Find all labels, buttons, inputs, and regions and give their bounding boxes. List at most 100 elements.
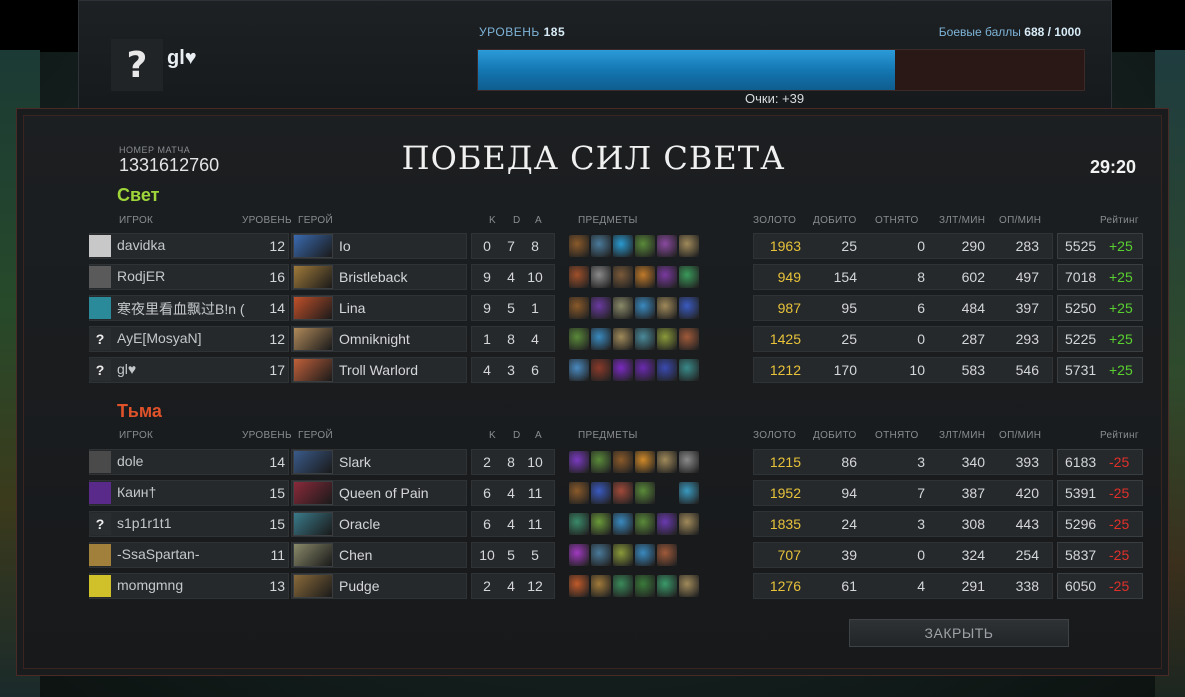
item-icon[interactable]	[679, 451, 699, 473]
item-icon[interactable]	[569, 513, 589, 535]
item-icon[interactable]	[613, 544, 633, 566]
item-icon[interactable]	[635, 544, 655, 566]
player-row[interactable]: momgmng 13 Pudge 2 4 12 1276 61 4 291 338 6050 -25	[89, 573, 1143, 599]
col-a: A	[535, 430, 542, 441]
item-icon[interactable]	[679, 297, 699, 319]
item-icon[interactable]	[657, 297, 677, 319]
player-row[interactable]: RodjER 16 Bristleback 9 4 10 949 154 8 602 497 7018…	[89, 264, 1143, 290]
item-icon[interactable]	[635, 235, 655, 257]
item-icon[interactable]	[613, 451, 633, 473]
item-icon[interactable]	[679, 513, 699, 535]
item-icon[interactable]	[613, 359, 633, 381]
item-icon[interactable]	[613, 482, 633, 504]
hero-portrait[interactable]	[293, 265, 333, 289]
item-icon[interactable]	[613, 513, 633, 535]
item-icon[interactable]	[657, 544, 677, 566]
hero-portrait[interactable]	[293, 234, 333, 258]
item-icon[interactable]	[657, 359, 677, 381]
item-icon[interactable]	[635, 575, 655, 597]
item-icon[interactable]	[613, 575, 633, 597]
player-name[interactable]: RodjER	[117, 268, 267, 284]
item-slots	[569, 451, 729, 473]
player-row[interactable]: davidka 12 Io 0 7 8 1963 25 0 290 283 5525 +25	[89, 233, 1143, 259]
hero-portrait[interactable]	[293, 327, 333, 351]
close-button[interactable]: ЗАКРЫТЬ	[849, 619, 1069, 647]
item-icon[interactable]	[679, 575, 699, 597]
player-row[interactable]: Каин† 15 Queen of Pain 6 4 11 1952 94 7 387 420 539…	[89, 480, 1143, 506]
item-icon[interactable]	[657, 235, 677, 257]
item-icon[interactable]	[569, 235, 589, 257]
player-name[interactable]: 寒夜里看血飘过B!n (	[117, 299, 267, 319]
col-gpm: ЗЛТ/МИН	[939, 215, 986, 226]
hero-portrait[interactable]	[293, 481, 333, 505]
player-row[interactable]: -SsaSpartan- 11 Chen 10 5 5 707 39 0 324 254 5837 -2…	[89, 542, 1143, 568]
item-icon[interactable]	[635, 482, 655, 504]
hero-portrait[interactable]	[293, 574, 333, 598]
gold-per-minute: 287	[961, 331, 985, 347]
player-row[interactable]: ? AyE[MosyaN] 12 Omniknight 1 8 4 1425 25 0 287 293…	[89, 326, 1143, 352]
item-icon[interactable]	[679, 266, 699, 288]
item-icon[interactable]	[657, 482, 677, 504]
item-icon[interactable]	[679, 482, 699, 504]
item-icon[interactable]	[591, 235, 611, 257]
player-avatar	[89, 575, 111, 597]
player-name[interactable]: AyE[MosyaN]	[117, 330, 267, 346]
player-row[interactable]: dole 14 Slark 2 8 10 1215 86 3 340 393 6183 -25	[89, 449, 1143, 475]
player-name[interactable]: davidka	[117, 237, 267, 253]
item-icon[interactable]	[569, 297, 589, 319]
player-row[interactable]: ? s1p1r1t1 15 Oracle 6 4 11 1835 24 3 308 443 5296 -2…	[89, 511, 1143, 537]
item-icon[interactable]	[635, 513, 655, 535]
item-icon[interactable]	[657, 451, 677, 473]
item-icon[interactable]	[635, 451, 655, 473]
item-icon[interactable]	[569, 266, 589, 288]
item-icon[interactable]	[635, 266, 655, 288]
item-icon[interactable]	[613, 297, 633, 319]
item-icon[interactable]	[679, 235, 699, 257]
item-icon[interactable]	[679, 328, 699, 350]
item-icon[interactable]	[679, 359, 699, 381]
item-icon[interactable]	[613, 235, 633, 257]
item-icon[interactable]	[613, 266, 633, 288]
item-icon[interactable]	[591, 359, 611, 381]
assists: 12	[527, 578, 543, 594]
hero-portrait[interactable]	[293, 543, 333, 567]
player-name[interactable]: s1p1r1t1	[117, 515, 267, 531]
item-icon[interactable]	[613, 328, 633, 350]
item-icon[interactable]	[657, 328, 677, 350]
item-icon[interactable]	[657, 513, 677, 535]
col-xpm: ОП/МИН	[999, 430, 1042, 441]
hero-portrait[interactable]	[293, 512, 333, 536]
item-icon[interactable]	[591, 328, 611, 350]
item-icon[interactable]	[569, 359, 589, 381]
item-icon[interactable]	[591, 544, 611, 566]
item-icon[interactable]	[591, 266, 611, 288]
item-icon[interactable]	[569, 575, 589, 597]
player-name[interactable]: Каин†	[117, 484, 267, 500]
item-slots	[569, 328, 729, 350]
rating-value: 7018	[1065, 269, 1097, 285]
hero-portrait[interactable]	[293, 358, 333, 382]
item-icon[interactable]	[569, 328, 589, 350]
player-row[interactable]: 寒夜里看血飘过B!n (14 Lina 9 5 1 987 95 6 484 397 5250 +25	[89, 295, 1143, 321]
item-icon[interactable]	[657, 575, 677, 597]
hero-portrait[interactable]	[293, 296, 333, 320]
item-icon[interactable]	[569, 544, 589, 566]
player-row[interactable]: ? gl♥ 17 Troll Warlord 4 3 6 1212 170 10 583 546 573…	[89, 357, 1143, 383]
item-icon[interactable]	[635, 359, 655, 381]
item-icon[interactable]	[569, 482, 589, 504]
item-icon[interactable]	[591, 451, 611, 473]
item-icon[interactable]	[569, 451, 589, 473]
item-icon[interactable]	[591, 297, 611, 319]
hero-portrait[interactable]	[293, 450, 333, 474]
item-icon[interactable]	[591, 482, 611, 504]
item-icon[interactable]	[635, 297, 655, 319]
item-icon[interactable]	[591, 575, 611, 597]
item-icon[interactable]	[591, 513, 611, 535]
player-name[interactable]: gl♥	[117, 361, 267, 377]
player-name[interactable]: momgmng	[117, 577, 267, 593]
player-name[interactable]: -SsaSpartan-	[117, 546, 267, 562]
player-name[interactable]: dole	[117, 453, 267, 469]
item-icon[interactable]	[635, 328, 655, 350]
item-icon[interactable]	[657, 266, 677, 288]
denies: 10	[909, 362, 925, 378]
